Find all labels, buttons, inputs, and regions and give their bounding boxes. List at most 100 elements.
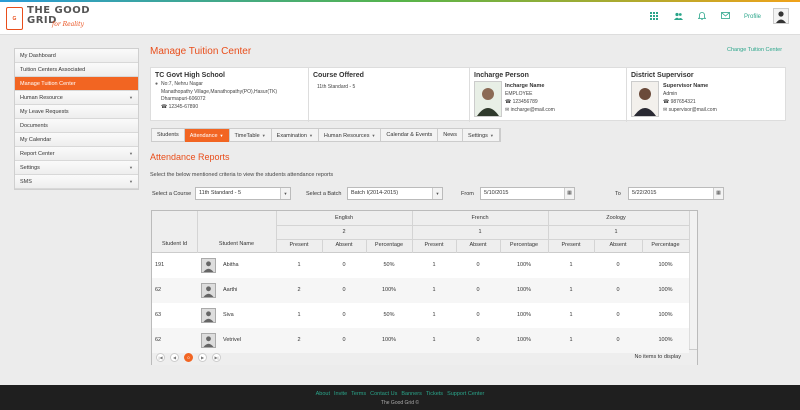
- incharge-phone-value: 123456789: [512, 99, 538, 105]
- tab-item[interactable]: Attendance ▼: [184, 129, 230, 142]
- chevron-down-icon: ▼: [129, 95, 133, 100]
- school-address-line2: Manathopathy Village,Manathopathy(PO),Ha…: [161, 88, 278, 95]
- sidebar-item[interactable]: Documents: [15, 119, 138, 133]
- attendance-cell: 100%: [516, 262, 532, 268]
- supervisor-email[interactable]: ✉ supervisor@mail.com: [663, 107, 717, 113]
- attendance-cell: 0: [342, 287, 346, 293]
- footer-link[interactable]: Banners: [401, 391, 422, 397]
- sidebar-item[interactable]: My Calendar: [15, 133, 138, 147]
- course-select[interactable]: 11th Standard - 5 ▼: [195, 187, 291, 200]
- attendance-cell: 0: [616, 337, 620, 343]
- student-id: 63: [155, 312, 162, 318]
- attendance-cell: 100%: [658, 262, 673, 268]
- student-photo-icon: [201, 308, 216, 323]
- users-icon[interactable]: [673, 12, 683, 22]
- sidebar-item[interactable]: Human Resource ▼: [15, 91, 138, 105]
- calendar-icon[interactable]: ▦: [713, 188, 723, 199]
- sidebar-item[interactable]: Settings ▼: [15, 161, 138, 175]
- current-page-button[interactable]: 0: [184, 353, 193, 362]
- chevron-down-icon: ▼: [280, 188, 290, 199]
- student-photo-icon: [201, 333, 216, 348]
- tab-label: Human Resources: [323, 133, 370, 139]
- mail-icon[interactable]: [720, 12, 730, 22]
- sidebar-item-label: Human Resource: [20, 95, 63, 101]
- course-select-value: 11th Standard - 5: [199, 190, 242, 196]
- incharge-phone: ☎ 123456789: [505, 99, 538, 105]
- attendance-cell: 100%: [516, 337, 532, 343]
- logo-tagline: for Reality: [52, 21, 84, 28]
- attendance-cell: 0: [616, 312, 620, 318]
- vertical-scrollbar[interactable]: [689, 211, 697, 349]
- next-page-icon[interactable]: ▶: [198, 353, 207, 362]
- school-phone-value: 12345-67890: [168, 103, 199, 110]
- grid-divider: [276, 239, 689, 240]
- first-page-icon[interactable]: |◀: [156, 353, 165, 362]
- logo-badge-icon: G: [6, 7, 23, 30]
- tab-item[interactable]: Calendar & Events: [381, 129, 439, 142]
- sidebar-item[interactable]: Report Center ▼: [15, 147, 138, 161]
- to-date-input[interactable]: 5/22/2015 ▦: [628, 187, 724, 200]
- column-header-percentage: Percentage: [374, 242, 404, 248]
- incharge-name: Incharge Name: [505, 83, 545, 89]
- sidebar-item-label: Manage Tuition Center: [20, 81, 76, 87]
- school-address-line3: Dharmapuri-606072: [161, 96, 206, 102]
- chevron-down-icon: ▼: [432, 188, 442, 199]
- logo[interactable]: G THE GOOD GRID for Reality: [6, 6, 116, 32]
- attendance-cell: 50%: [383, 262, 395, 268]
- phone-icon: ☎: [663, 99, 671, 105]
- tab-item[interactable]: TimeTable ▼: [230, 129, 272, 142]
- grid-icon[interactable]: [649, 12, 659, 22]
- tab-item[interactable]: Human Resources ▼: [319, 129, 382, 142]
- incharge-role: EMPLOYEE: [505, 91, 533, 97]
- batch-select-label: Select a Batch: [306, 191, 342, 197]
- course-heading: Course Offered: [313, 72, 364, 79]
- course-info: Course Offered 11th Standard - 5: [309, 68, 470, 122]
- bell-icon[interactable]: [697, 12, 707, 22]
- footer-link[interactable]: Tickets: [426, 391, 443, 397]
- tab-label: News: [443, 132, 458, 138]
- sidebar: My Dashboard Tuition Centers Associated Ma…: [14, 48, 139, 190]
- column-header-absent: Absent: [469, 242, 487, 248]
- last-page-icon[interactable]: ▶|: [212, 353, 221, 362]
- footer-link[interactable]: About: [316, 391, 330, 397]
- attendance-cell: 100%: [381, 287, 397, 293]
- sidebar-item[interactable]: Manage Tuition Center: [15, 77, 138, 91]
- tab-item[interactable]: Examination ▼: [272, 129, 319, 142]
- calendar-icon[interactable]: ▦: [564, 188, 574, 199]
- footer-link[interactable]: Invite: [334, 391, 347, 397]
- sidebar-item-label: Settings: [20, 165, 40, 171]
- footer-link[interactable]: Terms: [351, 391, 366, 397]
- batch-select-value: Batch I(2014-2015): [351, 190, 399, 196]
- sidebar-item[interactable]: My Dashboard: [15, 49, 138, 63]
- profile-link[interactable]: Profile: [744, 14, 761, 20]
- attendance-cell: 1: [432, 337, 436, 343]
- subject-count: 1: [614, 229, 618, 235]
- chevron-down-icon: ▼: [489, 133, 494, 138]
- sidebar-item[interactable]: Tuition Centers Associated: [15, 63, 138, 77]
- tab-item[interactable]: News: [438, 129, 464, 142]
- batch-select[interactable]: Batch I(2014-2015) ▼: [347, 187, 443, 200]
- change-tuition-center-link[interactable]: Change Tuition Center: [727, 47, 782, 53]
- tab-item[interactable]: Settings ▼: [463, 129, 500, 142]
- tab-label: Examination: [276, 133, 307, 139]
- footer: About Invite Terms Contact Us Banners Tickets…: [0, 385, 800, 410]
- sidebar-item[interactable]: SMS ▼: [15, 175, 138, 189]
- student-name: Siva: [223, 312, 234, 318]
- footer-link[interactable]: Support Center: [447, 391, 484, 397]
- supervisor-heading: District Supervisor: [631, 72, 694, 79]
- phone-icon: ☎: [161, 103, 169, 110]
- chevron-down-icon: ▼: [129, 151, 133, 156]
- avatar[interactable]: [773, 8, 789, 24]
- location-pin-icon: ●: [155, 81, 159, 87]
- from-date-input[interactable]: 5/10/2015 ▦: [480, 187, 575, 200]
- prev-page-icon[interactable]: ◀: [170, 353, 179, 362]
- tab-item[interactable]: Students: [152, 129, 185, 142]
- sidebar-item[interactable]: My Leave Requests: [15, 105, 138, 119]
- attendance-cell: 100%: [516, 312, 532, 318]
- chevron-down-icon: ▼: [308, 133, 313, 138]
- footer-link[interactable]: Contact Us: [370, 391, 397, 397]
- tuition-center-info-panel: TC Govt High School ● No:7, Nehru Nagar …: [150, 67, 786, 122]
- subject-header: English: [334, 215, 354, 221]
- incharge-photo: [474, 81, 502, 117]
- incharge-email[interactable]: ✉ incharge@mail.com: [505, 107, 555, 113]
